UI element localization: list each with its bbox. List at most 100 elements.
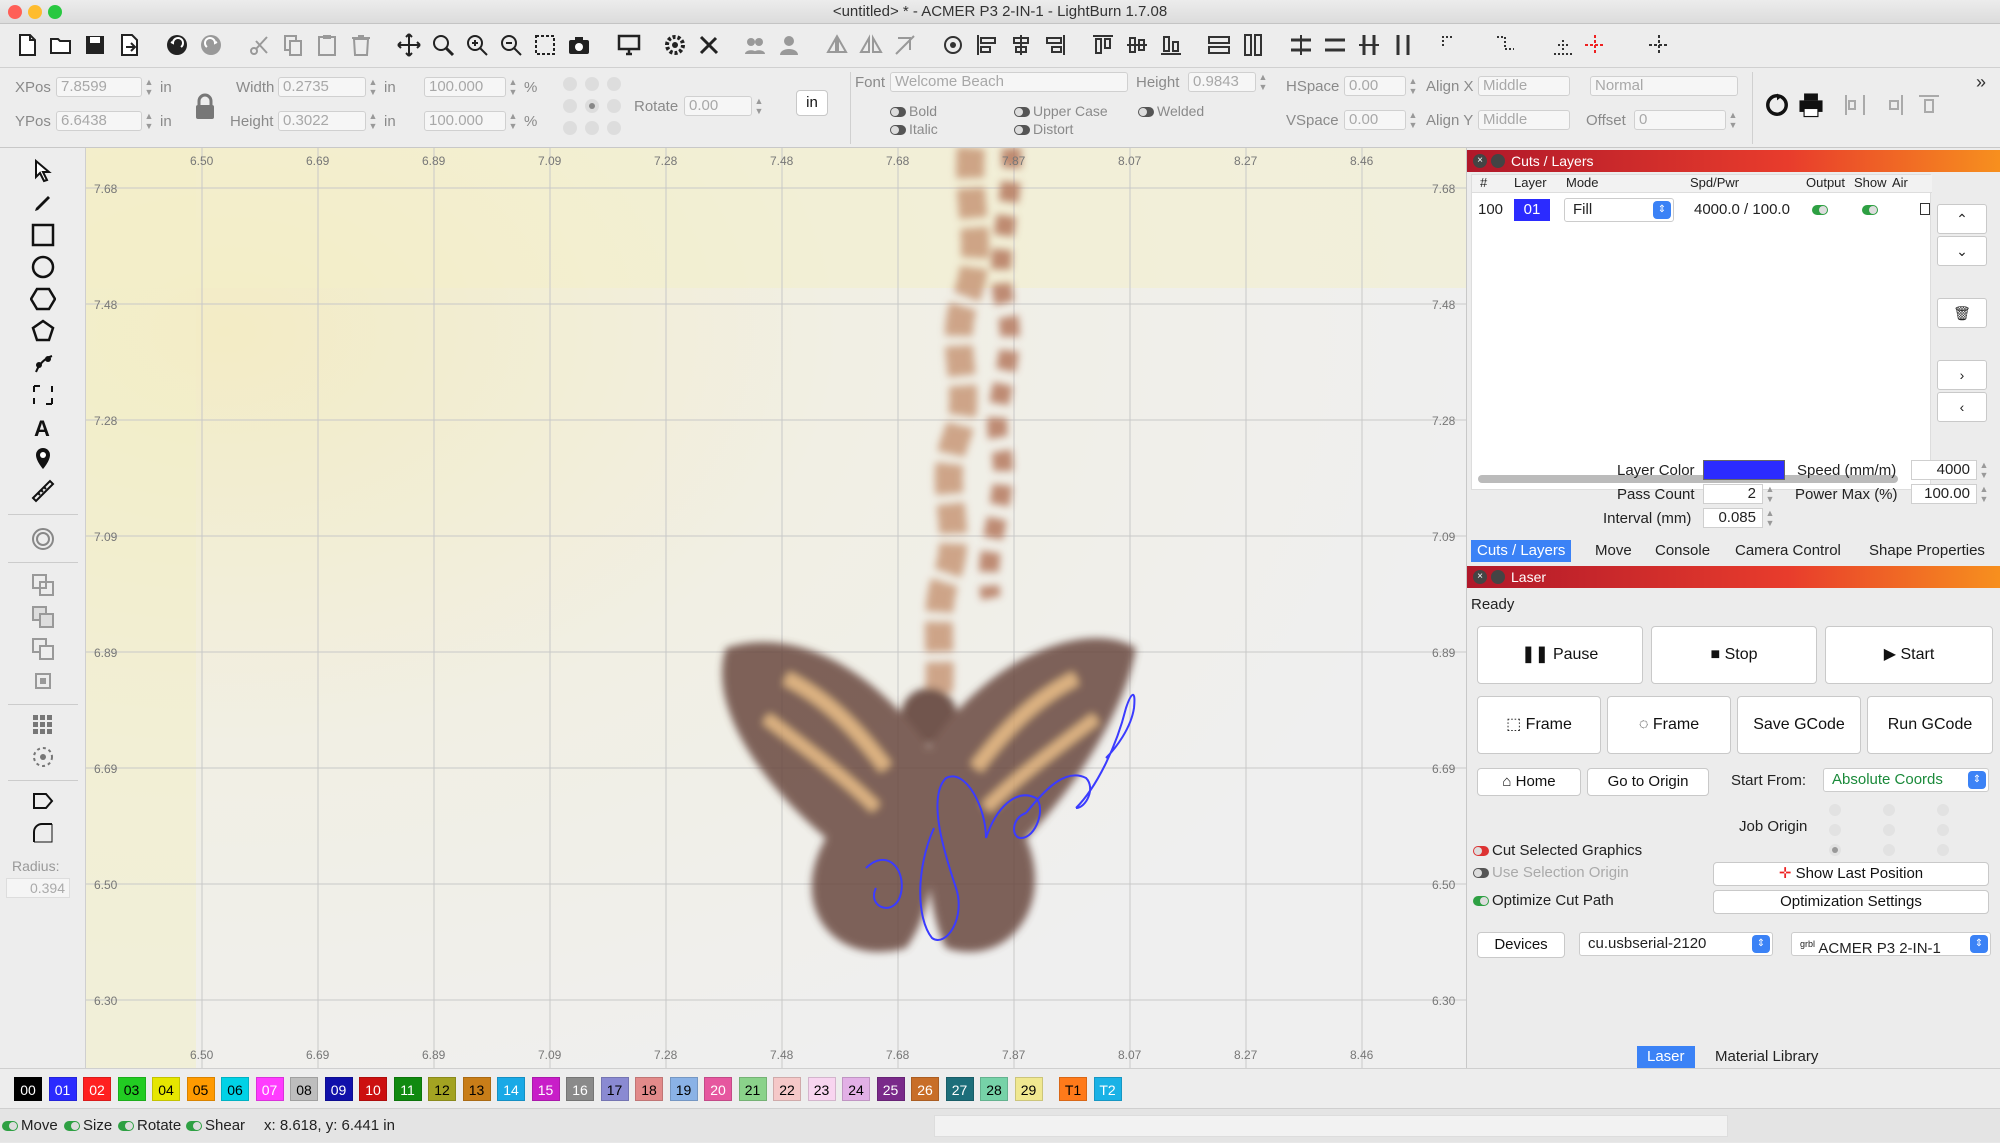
job-origin-grid[interactable]: [1825, 802, 1955, 858]
center-h-icon[interactable]: [1354, 30, 1384, 60]
undo-icon[interactable]: [162, 30, 192, 60]
align-x-select[interactable]: Middle: [1478, 76, 1570, 96]
move-up-button[interactable]: ⌃: [1937, 204, 1987, 234]
origin-center-icon[interactable]: [1580, 30, 1610, 60]
mirror-line-icon[interactable]: [890, 30, 920, 60]
align-right-icon[interactable]: [1040, 30, 1070, 60]
align-bottom-icon[interactable]: [1156, 30, 1186, 60]
interval-field[interactable]: 0.085: [1703, 508, 1763, 528]
delete-icon[interactable]: [346, 30, 376, 60]
group-icon[interactable]: [740, 30, 770, 60]
font-height-spinner[interactable]: ▲ ▼: [1258, 72, 1268, 92]
export-icon[interactable]: [114, 30, 144, 60]
origin-crosshair-icon[interactable]: [1644, 30, 1674, 60]
settings-icon[interactable]: [660, 30, 690, 60]
align-left-icon[interactable]: [972, 30, 1002, 60]
tab-tool-icon[interactable]: [26, 786, 60, 816]
palette-swatch-04[interactable]: 04: [152, 1077, 180, 1101]
printer-icon[interactable]: [1796, 90, 1826, 120]
power-max-field[interactable]: 100.00: [1911, 484, 1977, 504]
convert-path-icon[interactable]: [1762, 90, 1792, 120]
italic-toggle[interactable]: Italic: [890, 121, 938, 137]
tab-console[interactable]: Console: [1649, 540, 1716, 562]
palette-swatch-09[interactable]: 09: [324, 1077, 353, 1101]
interval-spinner[interactable]: ▲ ▼: [1765, 508, 1775, 528]
rectangle-tool-icon[interactable]: [26, 220, 60, 250]
overflow-chevron-icon[interactable]: »: [1976, 72, 1986, 93]
palette-swatch-08[interactable]: 08: [290, 1077, 318, 1101]
offset-field[interactable]: 0: [1634, 110, 1726, 130]
hspace-field[interactable]: 0.00: [1344, 76, 1406, 96]
offset-shapes-icon[interactable]: [26, 524, 60, 554]
start-button[interactable]: ▶ Start: [1825, 626, 1993, 684]
frame-button[interactable]: ⬚ Frame: [1477, 696, 1601, 754]
cut-shape-icon[interactable]: [26, 380, 60, 410]
palette-swatch-t2[interactable]: T2: [1093, 1077, 1122, 1101]
distribute-h-icon[interactable]: [1204, 30, 1234, 60]
tab-material-library[interactable]: Material Library: [1705, 1046, 1828, 1068]
align-edge2-icon[interactable]: [1880, 92, 1906, 118]
position-marker-icon[interactable]: [26, 444, 60, 474]
camera-icon[interactable]: [564, 30, 594, 60]
align-y-select[interactable]: Middle: [1478, 110, 1570, 130]
save-icon[interactable]: [80, 30, 110, 60]
show-last-position-button[interactable]: ✛ Show Last Position: [1713, 862, 1989, 886]
units-toggle-button[interactable]: in: [796, 90, 828, 116]
distort-toggle[interactable]: Distort: [1014, 121, 1073, 137]
lock-icon[interactable]: [192, 92, 218, 122]
save-gcode-button[interactable]: Save GCode: [1737, 696, 1861, 754]
collapse-button[interactable]: ‹: [1937, 392, 1987, 422]
move-down-button[interactable]: ⌄: [1937, 236, 1987, 266]
font-select[interactable]: Welcome Beach: [890, 72, 1128, 92]
tab-shape-properties[interactable]: Shape Properties: [1863, 540, 1991, 562]
palette-swatch-27[interactable]: 27: [945, 1077, 974, 1101]
measure-icon[interactable]: [26, 476, 60, 506]
palette-swatch-23[interactable]: 23: [807, 1077, 836, 1101]
height-field[interactable]: 0.3022: [278, 111, 366, 131]
vspace-field[interactable]: 0.00: [1344, 110, 1406, 130]
pentagon-tool-icon[interactable]: [26, 316, 60, 346]
speed-field[interactable]: 4000: [1911, 460, 1977, 480]
palette-swatch-05[interactable]: 05: [186, 1077, 215, 1101]
palette-swatch-01[interactable]: 01: [48, 1077, 77, 1101]
layer-color-swatch[interactable]: [1703, 460, 1785, 480]
text-tool-icon[interactable]: A: [26, 412, 60, 442]
open-file-icon[interactable]: [46, 30, 76, 60]
show-toggle[interactable]: [1862, 205, 1878, 215]
xpos-field[interactable]: 7.8599: [56, 77, 142, 97]
corner-tl-icon[interactable]: [1436, 30, 1466, 60]
edit-nodes-icon[interactable]: [26, 348, 60, 378]
palette-swatch-17[interactable]: 17: [600, 1077, 629, 1101]
zoom-window-button[interactable]: [48, 5, 62, 19]
palette-swatch-26[interactable]: 26: [911, 1077, 939, 1101]
shear-toggle[interactable]: Shear: [186, 1109, 245, 1143]
center-v-icon[interactable]: [1388, 30, 1418, 60]
copy-icon[interactable]: [278, 30, 308, 60]
pass-count-field[interactable]: 2: [1703, 484, 1763, 504]
scale-width-spinner[interactable]: ▲ ▼: [508, 77, 518, 97]
weld-icon[interactable]: [26, 570, 60, 600]
home-button[interactable]: ⌂ Home: [1477, 768, 1581, 796]
circular-array-icon[interactable]: [26, 742, 60, 772]
monitor-icon[interactable]: [614, 30, 644, 60]
layer-badge[interactable]: 01: [1514, 199, 1550, 221]
move-toggle[interactable]: Move: [2, 1109, 58, 1143]
xpos-spinner[interactable]: ▲ ▼: [144, 77, 154, 97]
tab-cuts-layers[interactable]: Cuts / Layers: [1471, 540, 1572, 562]
zoom-in-icon[interactable]: [462, 30, 492, 60]
boolean-subtract-icon[interactable]: [26, 634, 60, 664]
ypos-spinner[interactable]: ▲ ▼: [144, 111, 154, 131]
palette-swatch-20[interactable]: 20: [704, 1077, 732, 1101]
zoom-out-icon[interactable]: [496, 30, 526, 60]
upper-case-toggle[interactable]: Upper Case: [1014, 103, 1108, 119]
zoom-selection-icon[interactable]: [530, 30, 560, 60]
tab-move[interactable]: Move: [1589, 540, 1638, 562]
minimize-window-button[interactable]: [28, 5, 42, 19]
mirror-icon[interactable]: [856, 30, 886, 60]
flip-horizontal-icon[interactable]: [822, 30, 852, 60]
vspace-spinner[interactable]: ▲ ▼: [1408, 110, 1418, 130]
palette-swatch-15[interactable]: 15: [531, 1077, 560, 1101]
boolean-union-icon[interactable]: [26, 602, 60, 632]
ypos-field[interactable]: 6.6438: [56, 111, 142, 131]
palette-swatch-10[interactable]: 10: [359, 1077, 387, 1101]
